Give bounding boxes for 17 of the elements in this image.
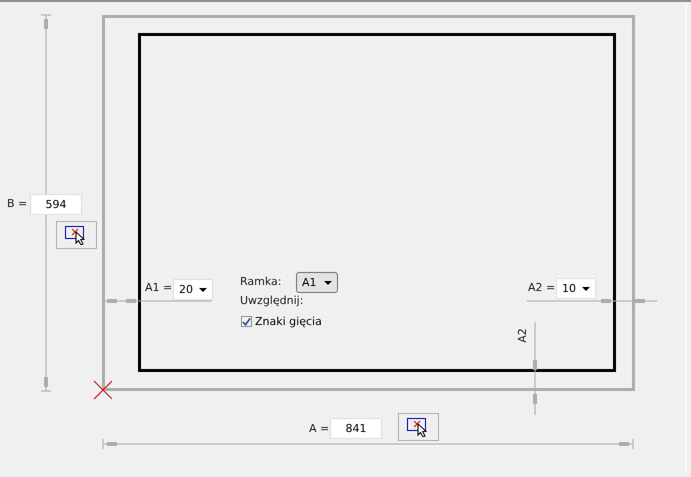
field-label: Uwzględnij:: [240, 294, 304, 307]
input-field[interactable]: 594: [30, 194, 82, 215]
field-label: A2 =: [528, 281, 556, 294]
dropdown[interactable]: 20: [173, 279, 213, 300]
dropdown[interactable]: A1: [296, 272, 338, 293]
dropdown[interactable]: 10: [556, 278, 596, 299]
field-label: A1 =: [145, 281, 172, 294]
origin-mark-icon: [94, 380, 112, 400]
fold-marks-checkbox[interactable]: Znaki gięcia: [241, 315, 322, 328]
pick-button[interactable]: [56, 221, 97, 249]
field-label: B =: [7, 197, 28, 210]
axis-label: A2: [516, 328, 529, 343]
field-label: A =: [309, 422, 330, 435]
pick-button[interactable]: [398, 413, 439, 441]
input-field[interactable]: 841: [330, 418, 382, 439]
checkmark-icon: [242, 316, 251, 326]
field-label: Ramka:: [240, 275, 282, 288]
